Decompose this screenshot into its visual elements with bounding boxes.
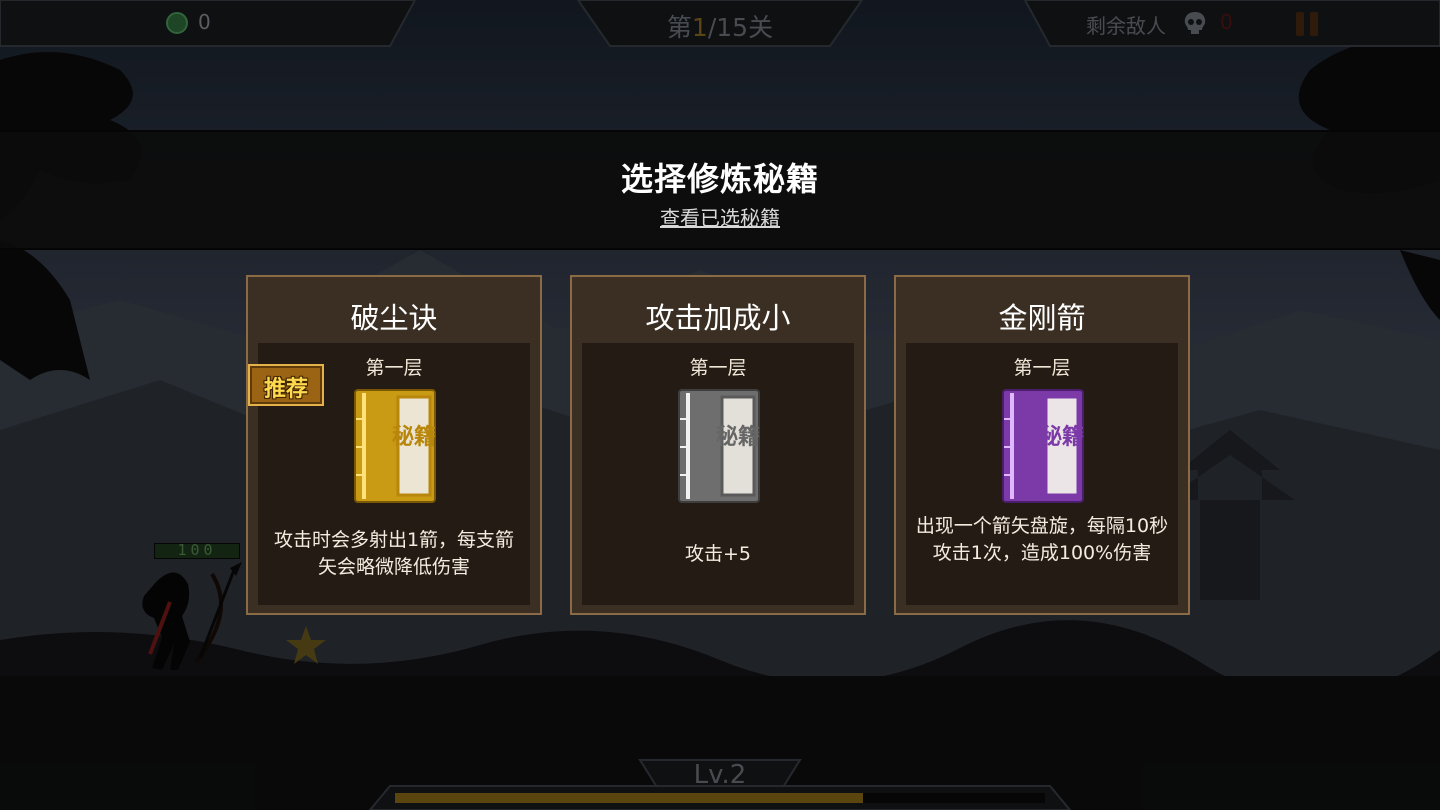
book-icon: 秘籍 — [678, 389, 760, 503]
card-description: 攻击时会多射出1箭，每支箭矢会略微降低伤害 — [273, 529, 515, 578]
book-label: 秘籍 — [1040, 424, 1084, 450]
card-body: 第一层 秘籍 攻击+5 — [582, 343, 854, 605]
card-description: 攻击+5 — [684, 543, 751, 565]
recommended-badge-label: 推荐 — [263, 377, 308, 402]
card-title: 金刚箭 — [998, 301, 1086, 335]
recommended-badge: 推荐 — [248, 364, 324, 406]
card-tier: 第一层 — [1013, 357, 1071, 379]
book-icon: 秘籍 — [354, 389, 436, 503]
card-description: 出现一个箭矢盘旋，每隔10秒攻击1次，造成100%伤害 — [915, 515, 1169, 564]
dialog-title: 选择修炼秘籍 — [620, 160, 819, 198]
card-title: 破尘诀 — [350, 301, 438, 335]
skill-card-3[interactable]: 金刚箭 第一层 秘籍 出现一个箭矢盘旋，每隔10秒攻击1次，造成100%伤害 — [894, 275, 1190, 615]
card-title: 攻击加成小 — [645, 301, 791, 335]
book-icon: 秘籍 — [1002, 389, 1084, 503]
view-selected-link[interactable]: 查看已选秘籍 — [620, 202, 820, 231]
card-body: 第一层 秘籍 出现一个箭矢盘旋，每隔10秒攻击1次，造成100%伤害 — [906, 343, 1178, 605]
book-label: 秘籍 — [392, 424, 436, 450]
skill-card-1[interactable]: 破尘诀 第一层 秘籍 攻击时会多射出1箭，每支箭矢会略微降低伤害 — [246, 275, 542, 615]
card-tier: 第一层 — [689, 357, 747, 379]
book-label: 秘籍 — [716, 424, 760, 450]
skill-card-2[interactable]: 攻击加成小 第一层 秘籍 攻击+5 — [570, 275, 866, 615]
